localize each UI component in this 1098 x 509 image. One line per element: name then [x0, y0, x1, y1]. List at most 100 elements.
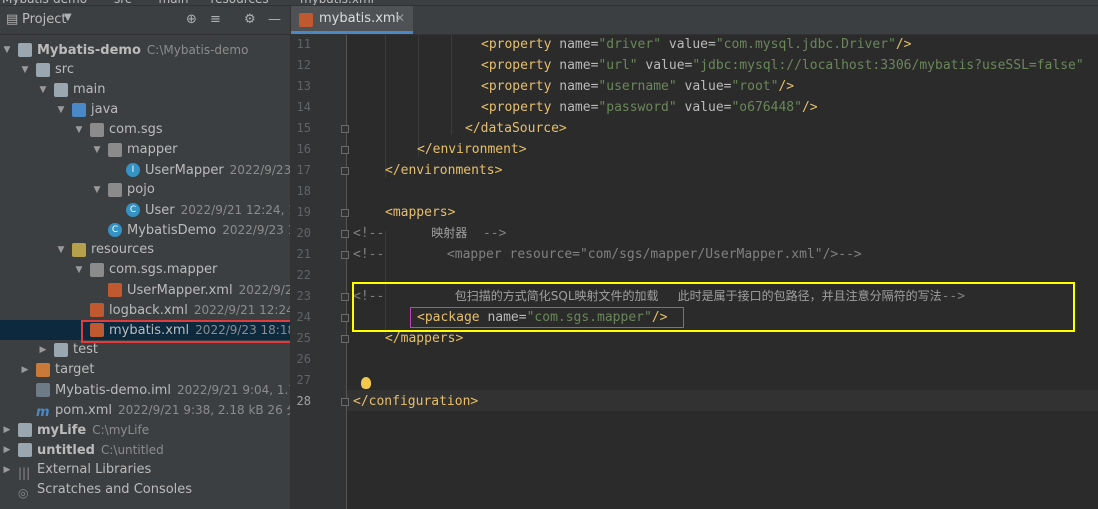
code-token: </environment>: [417, 142, 527, 157]
tree-item-label: Mybatis-demo.iml 2022/9/21 9:04, 1.75 kB …: [55, 380, 290, 401]
tree-item[interactable]: ▼ com.sgs.mapper: [0, 260, 290, 280]
code-line[interactable]: <mappers>: [385, 202, 455, 223]
chevron-right-icon[interactable]: ▶: [2, 420, 12, 440]
view-dropdown-icon[interactable]: ▼: [64, 12, 72, 23]
tree-item-label: com.sgs: [109, 120, 163, 140]
code-line[interactable]: </mappers>: [385, 328, 463, 349]
tree-item[interactable]: ▼ mapper: [0, 140, 290, 160]
code-line[interactable]: <property name="url" value="jdbc:mysql:/…: [481, 55, 1084, 76]
code-token: name=: [559, 58, 599, 73]
tree-item-hint: 2022/9/21 12:24, 866: [193, 303, 290, 317]
tree-item[interactable]: ▶ test: [0, 340, 290, 360]
tree-item-name: com.sgs: [109, 122, 163, 137]
chevron-right-icon[interactable]: ▶: [2, 460, 12, 480]
tree-item[interactable]: C User 2022/9/21 12:24, 1.3 kB: [0, 200, 290, 220]
chevron-down-icon[interactable]: ▼: [92, 140, 102, 160]
line-number: 27: [296, 373, 311, 387]
tree-item-label: main: [73, 80, 105, 100]
tree-item-hint: 2022/9/23 18: [229, 163, 291, 177]
tree-item[interactable]: ▼ resources: [0, 240, 290, 260]
fold-marker-icon[interactable]: [341, 146, 349, 154]
tree-item[interactable]: ▶ untitled C:\untitled: [0, 440, 290, 460]
code-line[interactable]: <property name="username" value="root"/>: [481, 76, 794, 97]
tree-item[interactable]: ▼ com.sgs: [0, 120, 290, 140]
code-line[interactable]: </dataSource>: [465, 118, 567, 139]
fold-marker-icon[interactable]: [341, 293, 349, 301]
fold-marker-icon[interactable]: [341, 167, 349, 175]
line-number: 22: [296, 268, 311, 282]
chevron-down-icon[interactable]: ▼: [20, 60, 30, 80]
code-token: name=: [559, 100, 599, 115]
project-panel-title[interactable]: Project: [22, 12, 66, 27]
tree-item[interactable]: C MybatisDemo 2022/9/23 18:2: [0, 220, 290, 240]
tree-item[interactable]: ▼ src: [0, 60, 290, 80]
chevron-down-icon[interactable]: ▼: [56, 100, 66, 120]
tree-item[interactable]: ▼ main: [0, 80, 290, 100]
tree-item-label: mapper: [127, 140, 177, 160]
tree-item[interactable]: ▶ ||| External Libraries: [0, 460, 290, 480]
chevron-down-icon[interactable]: ▼: [74, 260, 84, 280]
chevron-right-icon[interactable]: ▶: [20, 360, 30, 380]
code-token: "jdbc:mysql://localhost:3306/mybatis?use…: [692, 58, 1084, 73]
code-token: "password": [598, 100, 685, 115]
code-token: value=: [684, 79, 732, 94]
project-view-icon[interactable]: ▤: [6, 12, 18, 27]
fold-marker-icon[interactable]: [341, 314, 349, 322]
gear-icon[interactable]: ⚙: [244, 12, 256, 27]
tree-item[interactable]: UserMapper.xml 2022/9/23 1: [0, 280, 290, 300]
tree-item-name: Scratches and Consoles: [37, 482, 193, 497]
chevron-down-icon[interactable]: ▼: [2, 40, 12, 60]
code-line[interactable]: <package name="com.sgs.mapper"/>: [417, 307, 667, 328]
line-number: 13: [296, 79, 311, 93]
tab-mybatis-xml[interactable]: mybatis.xml ✕: [291, 6, 413, 34]
locate-file-icon[interactable]: ⊕: [186, 12, 197, 27]
tree-item[interactable]: ▼ pojo: [0, 180, 290, 200]
code-line[interactable]: <!-- 映射器 -->: [353, 223, 506, 244]
tree-item[interactable]: ▶ myLife C:\myLife: [0, 420, 290, 440]
tree-item-label: src: [55, 60, 74, 80]
hide-panel-icon[interactable]: —: [268, 12, 281, 27]
line-number: 18: [296, 184, 311, 198]
line-number: 24: [296, 310, 311, 324]
collapse-all-icon[interactable]: ≡: [210, 12, 221, 27]
tree-item[interactable]: ▼ Mybatis-demo C:\Mybatis-demo: [0, 40, 290, 60]
code-line[interactable]: <!-- 包扫描的方式简化SQL映射文件的加载 此时是属于接口的包路径，并且注意…: [353, 286, 965, 307]
chevron-down-icon[interactable]: ▼: [38, 80, 48, 100]
code-editor[interactable]: 11 12 13 14 15 16 17 18 19 20 21 22 23 24 25 26 27 28 <pr…: [291, 35, 1098, 509]
chevron-right-icon[interactable]: ▶: [2, 440, 12, 460]
chevron-down-icon[interactable]: ▼: [56, 240, 66, 260]
lightbulb-icon[interactable]: [361, 377, 371, 389]
line-number: 25: [296, 331, 311, 345]
tree-item[interactable]: ◎ Scratches and Consoles: [0, 480, 290, 500]
code-line[interactable]: <!-- <mapper resource="com/sgs/mapper/Us…: [353, 244, 862, 265]
tree-item[interactable]: Mybatis-demo.iml 2022/9/21 9:04, 1.75 kB …: [0, 380, 290, 400]
tree-item[interactable]: logback.xml 2022/9/21 12:24, 866: [0, 300, 290, 320]
code-line[interactable]: <property name="password" value="o676448…: [481, 97, 818, 118]
fold-marker-icon[interactable]: [341, 335, 349, 343]
fold-marker-icon[interactable]: [341, 251, 349, 259]
tree-item[interactable]: ▶ target: [0, 360, 290, 380]
xml-file-icon: [90, 323, 104, 337]
code-line[interactable]: </configuration>: [353, 391, 478, 412]
tree-item-label: Scratches and Consoles: [37, 480, 192, 500]
xml-file-icon: [90, 303, 104, 317]
close-icon[interactable]: ✕: [395, 11, 405, 25]
code-token: -->: [941, 289, 966, 304]
chevron-down-icon[interactable]: ▼: [74, 120, 84, 140]
tree-item[interactable]: ▼ java: [0, 100, 290, 120]
tree-item[interactable]: I UserMapper 2022/9/23 18: [0, 160, 290, 180]
tree-item[interactable]: m pom.xml 2022/9/21 9:38, 2.18 kB 26 分钟 之前: [0, 400, 290, 420]
code-line[interactable]: </environments>: [385, 160, 502, 181]
tree-item-name: Mybatis-demo: [37, 43, 141, 58]
fold-marker-icon[interactable]: [341, 125, 349, 133]
chevron-right-icon[interactable]: ▶: [38, 340, 48, 360]
fold-marker-icon[interactable]: [341, 209, 349, 217]
tree-item[interactable]: mybatis.xml 2022/9/23 18:18, 899 B 片刻 之前: [0, 320, 290, 340]
chevron-down-icon[interactable]: ▼: [92, 180, 102, 200]
code-line[interactable]: <property name="driver" value="com.mysql…: [481, 35, 912, 55]
tree-item-label: mybatis.xml 2022/9/23 18:18, 899 B 片刻 之前: [109, 320, 290, 341]
fold-marker-icon[interactable]: [341, 230, 349, 238]
code-line[interactable]: </environment>: [417, 139, 527, 160]
fold-marker-icon[interactable]: [341, 398, 349, 406]
line-number: 14: [296, 100, 311, 114]
